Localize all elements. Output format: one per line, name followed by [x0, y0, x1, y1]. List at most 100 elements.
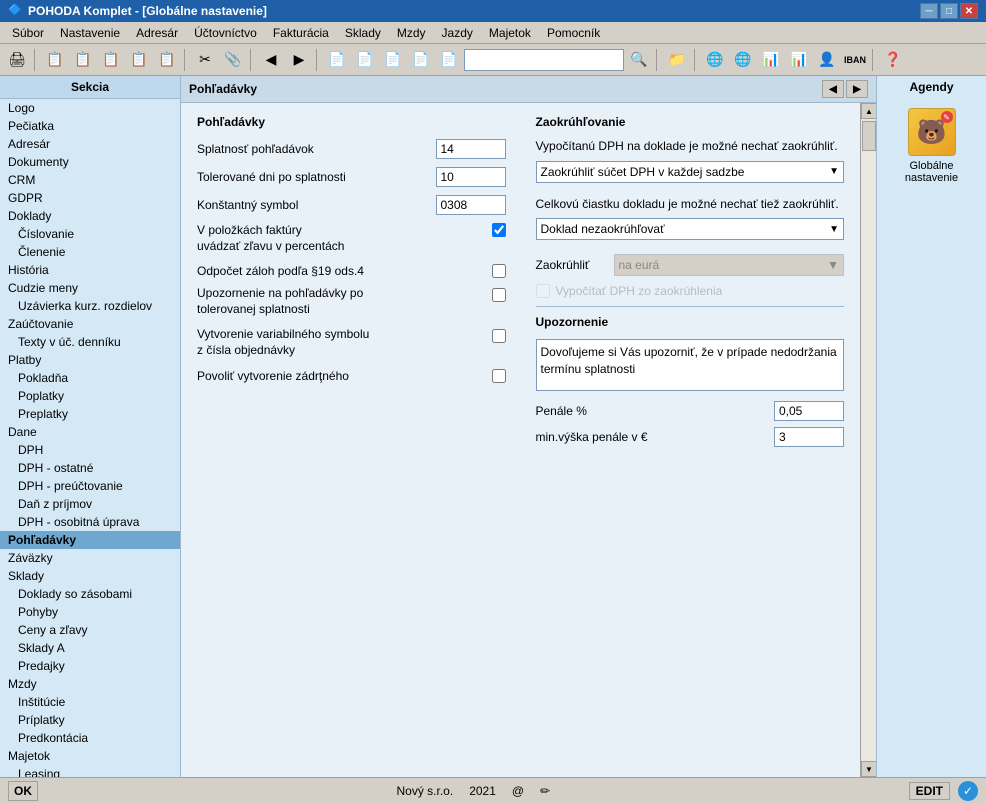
toolbar-btn-folder[interactable]: 📁: [664, 47, 690, 73]
ok-button[interactable]: OK: [8, 781, 38, 801]
minimize-button[interactable]: ─: [920, 3, 938, 19]
sidebar-item-poklada[interactable]: Pokladňa: [0, 369, 180, 387]
sidebar-item-dokumenty[interactable]: Dokumenty: [0, 153, 180, 171]
menu-item-súbor[interactable]: Súbor: [4, 24, 52, 42]
upozornenie-textarea[interactable]: Dovoľujeme si Vás upozorniť, že v prípad…: [536, 339, 845, 391]
upozornenie-checkbox[interactable]: [492, 288, 506, 302]
konstantny-input[interactable]: [436, 195, 506, 215]
toolbar-btn-help[interactable]: ❓: [880, 47, 906, 73]
sidebar-item-doklady-so-zsobami[interactable]: Doklady so zásobami: [0, 585, 180, 603]
sidebar-item-intitcie[interactable]: Inštitúcie: [0, 693, 180, 711]
toolbar-btn-13[interactable]: 📄: [436, 47, 462, 73]
menu-item-adresár[interactable]: Adresár: [128, 24, 186, 42]
sidebar-item-pohadvky[interactable]: Pohľadávky: [0, 531, 180, 549]
toolbar-btn-user[interactable]: 👤: [814, 47, 840, 73]
doklad-round-dropdown[interactable]: Doklad nezaokrúhľovať ▼: [536, 218, 845, 240]
toolbar-btn-12[interactable]: 📄: [408, 47, 434, 73]
sidebar-item-histria[interactable]: História: [0, 261, 180, 279]
sidebar-item-dph[interactable]: DPH: [0, 441, 180, 459]
scroll-up-btn[interactable]: ▲: [861, 103, 876, 119]
toolbar-btn-green[interactable]: 🌐: [702, 47, 728, 73]
sidebar-item-uzvierka-kurz-rozdielov[interactable]: Uzávierka kurz. rozdielov: [0, 297, 180, 315]
menu-item-nastavenie[interactable]: Nastavenie: [52, 24, 128, 42]
toolbar-btn-9[interactable]: 📄: [324, 47, 350, 73]
sidebar-item-preplatky[interactable]: Preplatky: [0, 405, 180, 423]
toolbar-btn-5[interactable]: 📋: [126, 47, 152, 73]
sidebar-item-prplatky[interactable]: Príplatky: [0, 711, 180, 729]
menu-item-mzdy[interactable]: Mzdy: [389, 24, 434, 42]
toolbar-btn-6[interactable]: 📋: [154, 47, 180, 73]
sidebar-item-dph---osobitn-prava[interactable]: DPH - osobitná úprava: [0, 513, 180, 531]
toolbar-btn-iban[interactable]: IBAN: [842, 47, 868, 73]
close-button[interactable]: ✕: [960, 3, 978, 19]
check-badge[interactable]: ✓: [958, 781, 978, 801]
sidebar-item-peiatka[interactable]: Pečiatka: [0, 117, 180, 135]
menu-item-fakturácia[interactable]: Fakturácia: [265, 24, 337, 42]
sidebar-item-doklady[interactable]: Doklady: [0, 207, 180, 225]
menu-item-sklady[interactable]: Sklady: [337, 24, 389, 42]
menu-item-účtovníctvo[interactable]: Účtovníctvo: [186, 24, 265, 42]
nav-next-button[interactable]: ▶: [846, 80, 868, 98]
sidebar-item-predajky[interactable]: Predajky: [0, 657, 180, 675]
sidebar-item-platby[interactable]: Platby: [0, 351, 180, 369]
splatnost-input[interactable]: [436, 139, 506, 159]
sidebar-item-lenenie[interactable]: Členenie: [0, 243, 180, 261]
menu-item-jazdy[interactable]: Jazdy: [434, 24, 481, 42]
sidebar-item-sklady-a[interactable]: Sklady A: [0, 639, 180, 657]
penale-percent-input[interactable]: [774, 401, 844, 421]
sidebar-item-texty-v--dennku[interactable]: Texty v úč. denníku: [0, 333, 180, 351]
sidebar-item-pohyby[interactable]: Pohyby: [0, 603, 180, 621]
odpocet-checkbox[interactable]: [492, 264, 506, 278]
sidebar-item-dph---ostatn[interactable]: DPH - ostatné: [0, 459, 180, 477]
toolbar-btn-table[interactable]: 📊: [758, 47, 784, 73]
toolbar-btn-2[interactable]: 📋: [42, 47, 68, 73]
toolbar-btn-8[interactable]: 📎: [220, 47, 246, 73]
sidebar-item-zatovanie[interactable]: Zaúčtovanie: [0, 315, 180, 333]
sidebar-item-dane[interactable]: Dane: [0, 423, 180, 441]
sidebar-item-adresr[interactable]: Adresár: [0, 135, 180, 153]
zadrzne-checkbox[interactable]: [492, 369, 506, 383]
toolbar-btn-1[interactable]: 🖨: [4, 47, 30, 73]
penale-min-input[interactable]: [774, 427, 844, 447]
toolbar-btn-ie[interactable]: 🌐: [730, 47, 756, 73]
toolbar-btn-11[interactable]: 📄: [380, 47, 406, 73]
toolbar-btn-filter[interactable]: 🔍: [626, 47, 652, 73]
toolbar-btn-3[interactable]: 📋: [70, 47, 96, 73]
nav-prev-button[interactable]: ◀: [822, 80, 844, 98]
sidebar-item-crm[interactable]: CRM: [0, 171, 180, 189]
variabilny-checkbox[interactable]: [492, 329, 506, 343]
sidebar-item-gdpr[interactable]: GDPR: [0, 189, 180, 207]
maximize-button[interactable]: □: [940, 3, 958, 19]
sidebar-item-zvzky[interactable]: Záväzky: [0, 549, 180, 567]
sidebar-item-predkontcia[interactable]: Predkontácia: [0, 729, 180, 747]
sidebar-item-majetok[interactable]: Majetok: [0, 747, 180, 765]
odpocet-row: Odpočet záloh podľa §19 ods.4: [197, 264, 506, 278]
menu-item-majetok[interactable]: Majetok: [481, 24, 539, 42]
sidebar-item-poplatky[interactable]: Poplatky: [0, 387, 180, 405]
dph-round-dropdown[interactable]: Zaokrúhliť súčet DPH v každej sadzbe ▼: [536, 161, 845, 183]
toolbar-btn-10[interactable]: 📄: [352, 47, 378, 73]
toolbar-btn-grid[interactable]: 📊: [786, 47, 812, 73]
sidebar: Sekcia LogoPečiatkaAdresárDokumentyCRMGD…: [0, 76, 181, 777]
tolerovane-input[interactable]: [436, 167, 506, 187]
toolbar-btn-7[interactable]: ✂: [192, 47, 218, 73]
sidebar-item-leasing[interactable]: Leasing: [0, 765, 180, 777]
toolbar-btn-4[interactable]: 📋: [98, 47, 124, 73]
toolbar-btn-nav-fwd[interactable]: ▶: [286, 47, 312, 73]
sidebar-item-da-z-prjmov[interactable]: Daň z príjmov: [0, 495, 180, 513]
scroll-down-btn[interactable]: ▼: [861, 761, 876, 777]
search-input[interactable]: [464, 49, 624, 71]
menu-item-pomocník[interactable]: Pomocník: [539, 24, 608, 42]
sidebar-item-dph---pretovanie[interactable]: DPH - preúčtovanie: [0, 477, 180, 495]
toolbar-btn-nav-back[interactable]: ◀: [258, 47, 284, 73]
sidebar-item-slovanie[interactable]: Číslovanie: [0, 225, 180, 243]
sidebar-item-mzdy[interactable]: Mzdy: [0, 675, 180, 693]
sidebar-item-ceny-a-zavy[interactable]: Ceny a zľavy: [0, 621, 180, 639]
content-title: Pohľadávky: [189, 82, 257, 96]
scroll-thumb[interactable]: [862, 121, 876, 151]
sidebar-item-sklady[interactable]: Sklady: [0, 567, 180, 585]
zlava-checkbox[interactable]: [492, 223, 506, 237]
sidebar-item-cudzie-meny[interactable]: Cudzie meny: [0, 279, 180, 297]
sidebar-item-logo[interactable]: Logo: [0, 99, 180, 117]
agendy-item-global[interactable]: 🐻 ✎ Globálne nastavenie: [887, 102, 977, 190]
